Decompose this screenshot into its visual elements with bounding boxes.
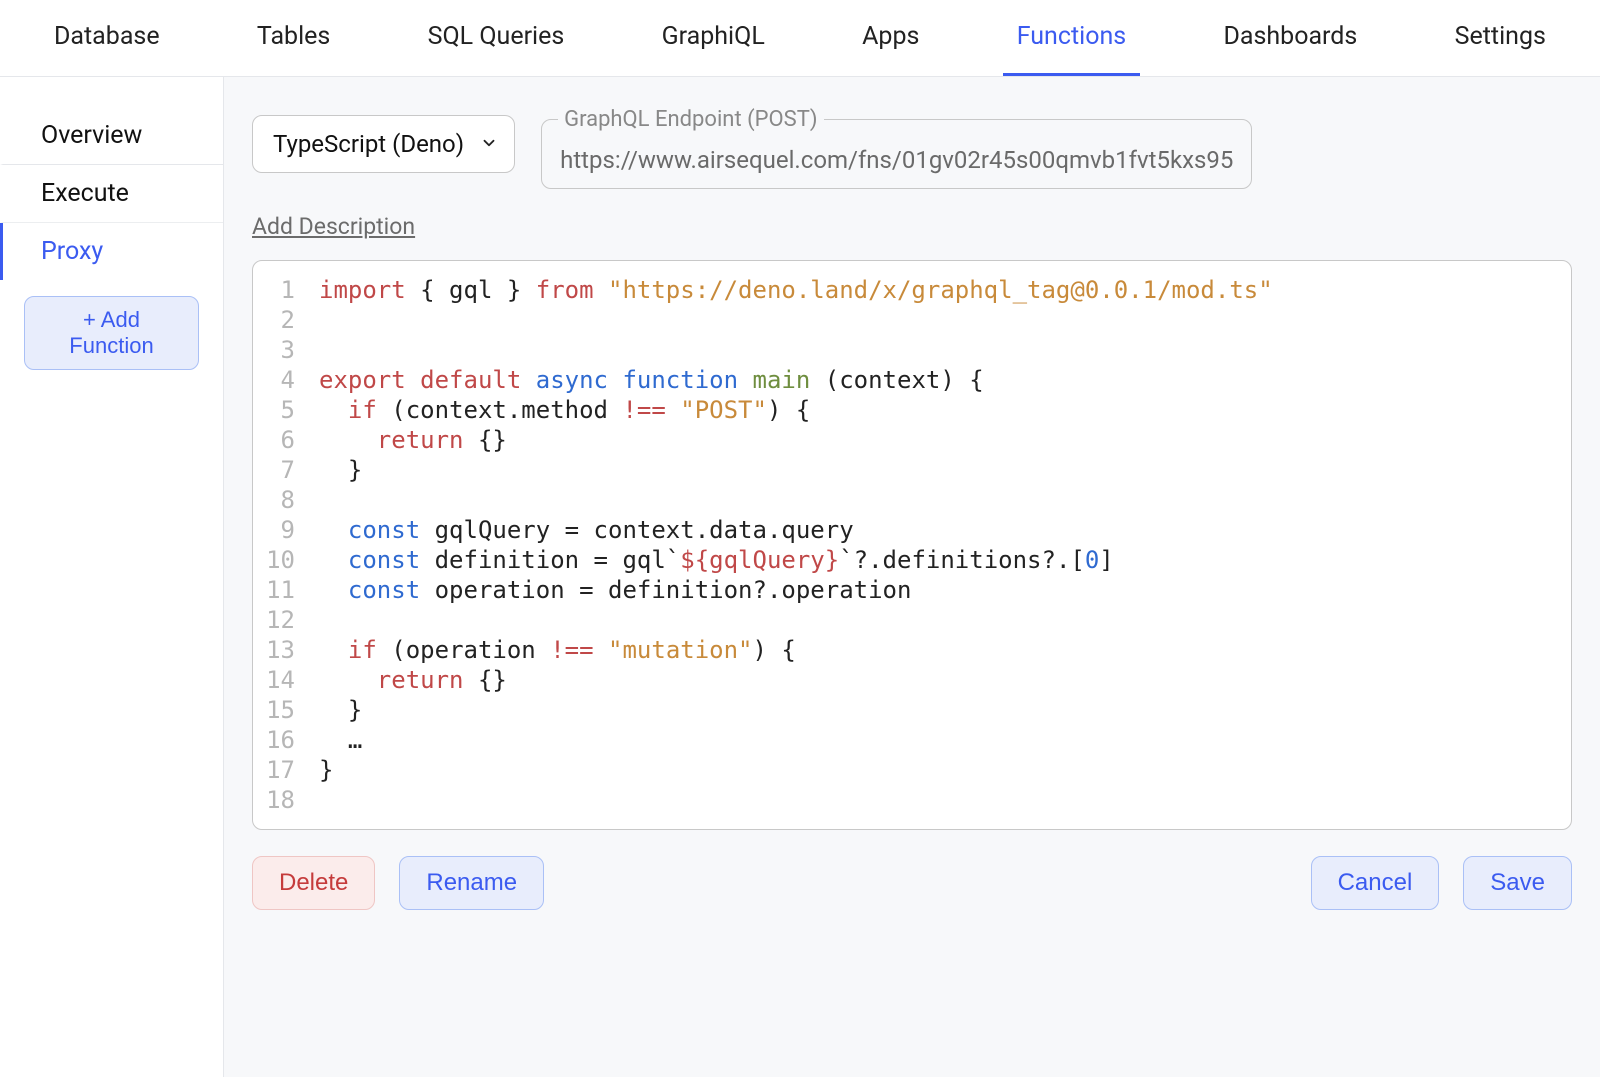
line-number: 15 bbox=[253, 695, 319, 725]
code-line[interactable]: 16 … bbox=[253, 725, 1571, 755]
code-content[interactable]: export default async function main (cont… bbox=[319, 365, 1571, 395]
language-select-value: TypeScript (Deno) bbox=[273, 130, 464, 158]
code-line[interactable]: 11 const operation = definition?.operati… bbox=[253, 575, 1571, 605]
endpoint-legend: GraphQL Endpoint (POST) bbox=[558, 107, 823, 132]
line-number: 9 bbox=[253, 515, 319, 545]
code-content[interactable]: … bbox=[319, 725, 1571, 755]
line-number: 17 bbox=[253, 755, 319, 785]
line-number: 7 bbox=[253, 455, 319, 485]
code-editor[interactable]: 1import { gql } from "https://deno.land/… bbox=[252, 260, 1572, 830]
sidebar-item-execute[interactable]: Execute bbox=[0, 165, 223, 223]
code-line[interactable]: 13 if (operation !== "mutation") { bbox=[253, 635, 1571, 665]
nav-tab-settings[interactable]: Settings bbox=[1441, 0, 1560, 76]
nav-tab-database[interactable]: Database bbox=[40, 0, 174, 76]
language-select[interactable]: TypeScript (Deno) bbox=[252, 115, 515, 173]
code-content[interactable]: } bbox=[319, 455, 1571, 485]
sidebar-item-proxy[interactable]: Proxy bbox=[0, 223, 223, 280]
add-description-link[interactable]: Add Description bbox=[252, 213, 415, 240]
rename-button[interactable]: Rename bbox=[399, 856, 544, 910]
nav-tab-functions[interactable]: Functions bbox=[1003, 0, 1140, 76]
endpoint-value[interactable]: https://www.airsequel.com/fns/01gv02r45s… bbox=[560, 146, 1233, 174]
code-line[interactable]: 9 const gqlQuery = context.data.query bbox=[253, 515, 1571, 545]
top-nav: Database Tables SQL Queries GraphiQL Apps Fun… bbox=[0, 0, 1600, 77]
line-number: 6 bbox=[253, 425, 319, 455]
line-number: 5 bbox=[253, 395, 319, 425]
nav-tab-sql-queries[interactable]: SQL Queries bbox=[414, 0, 579, 76]
line-number: 10 bbox=[253, 545, 319, 575]
endpoint-field: GraphQL Endpoint (POST) https://www.airs… bbox=[541, 107, 1252, 189]
line-number: 4 bbox=[253, 365, 319, 395]
sidebar-item-overview[interactable]: Overview bbox=[0, 107, 223, 165]
code-line[interactable]: 3 bbox=[253, 335, 1571, 365]
code-content[interactable] bbox=[319, 785, 1571, 815]
bottom-actions: Delete Rename Cancel Save bbox=[252, 856, 1572, 910]
line-number: 13 bbox=[253, 635, 319, 665]
code-line[interactable]: 1import { gql } from "https://deno.land/… bbox=[253, 275, 1571, 305]
code-content[interactable]: const operation = definition?.operation bbox=[319, 575, 1571, 605]
add-function-button[interactable]: + Add Function bbox=[24, 296, 199, 370]
code-line[interactable]: 12 bbox=[253, 605, 1571, 635]
code-content[interactable] bbox=[319, 485, 1571, 515]
code-line[interactable]: 18 bbox=[253, 785, 1571, 815]
line-number: 11 bbox=[253, 575, 319, 605]
nav-tab-tables[interactable]: Tables bbox=[243, 0, 344, 76]
code-line[interactable]: 10 const definition = gql`${gqlQuery}`?.… bbox=[253, 545, 1571, 575]
code-line[interactable]: 6 return {} bbox=[253, 425, 1571, 455]
code-line[interactable]: 15 } bbox=[253, 695, 1571, 725]
line-number: 1 bbox=[253, 275, 319, 305]
chevron-down-icon bbox=[480, 130, 498, 158]
code-line[interactable]: 8 bbox=[253, 485, 1571, 515]
code-content[interactable]: const gqlQuery = context.data.query bbox=[319, 515, 1571, 545]
code-line[interactable]: 7 } bbox=[253, 455, 1571, 485]
main-content: TypeScript (Deno) GraphQL Endpoint (POST… bbox=[224, 77, 1600, 1077]
code-line[interactable]: 2 bbox=[253, 305, 1571, 335]
code-content[interactable] bbox=[319, 335, 1571, 365]
nav-tab-apps[interactable]: Apps bbox=[848, 0, 933, 76]
nav-tab-dashboards[interactable]: Dashboards bbox=[1209, 0, 1371, 76]
code-content[interactable]: if (operation !== "mutation") { bbox=[319, 635, 1571, 665]
delete-button[interactable]: Delete bbox=[252, 856, 375, 910]
line-number: 16 bbox=[253, 725, 319, 755]
code-content[interactable]: if (context.method !== "POST") { bbox=[319, 395, 1571, 425]
line-number: 8 bbox=[253, 485, 319, 515]
line-number: 12 bbox=[253, 605, 319, 635]
code-line[interactable]: 17} bbox=[253, 755, 1571, 785]
code-content[interactable]: import { gql } from "https://deno.land/x… bbox=[319, 275, 1571, 305]
code-line[interactable]: 5 if (context.method !== "POST") { bbox=[253, 395, 1571, 425]
line-number: 18 bbox=[253, 785, 319, 815]
code-content[interactable]: return {} bbox=[319, 425, 1571, 455]
save-button[interactable]: Save bbox=[1463, 856, 1572, 910]
sidebar: OverviewExecuteProxy + Add Function bbox=[0, 77, 224, 1077]
code-content[interactable]: const definition = gql`${gqlQuery}`?.def… bbox=[319, 545, 1571, 575]
line-number: 2 bbox=[253, 305, 319, 335]
cancel-button[interactable]: Cancel bbox=[1311, 856, 1440, 910]
nav-tab-graphiql[interactable]: GraphiQL bbox=[648, 0, 779, 76]
code-content[interactable] bbox=[319, 605, 1571, 635]
code-content[interactable]: } bbox=[319, 755, 1571, 785]
code-line[interactable]: 14 return {} bbox=[253, 665, 1571, 695]
code-line[interactable]: 4export default async function main (con… bbox=[253, 365, 1571, 395]
code-content[interactable]: return {} bbox=[319, 665, 1571, 695]
code-content[interactable] bbox=[319, 305, 1571, 335]
code-content[interactable]: } bbox=[319, 695, 1571, 725]
line-number: 14 bbox=[253, 665, 319, 695]
line-number: 3 bbox=[253, 335, 319, 365]
